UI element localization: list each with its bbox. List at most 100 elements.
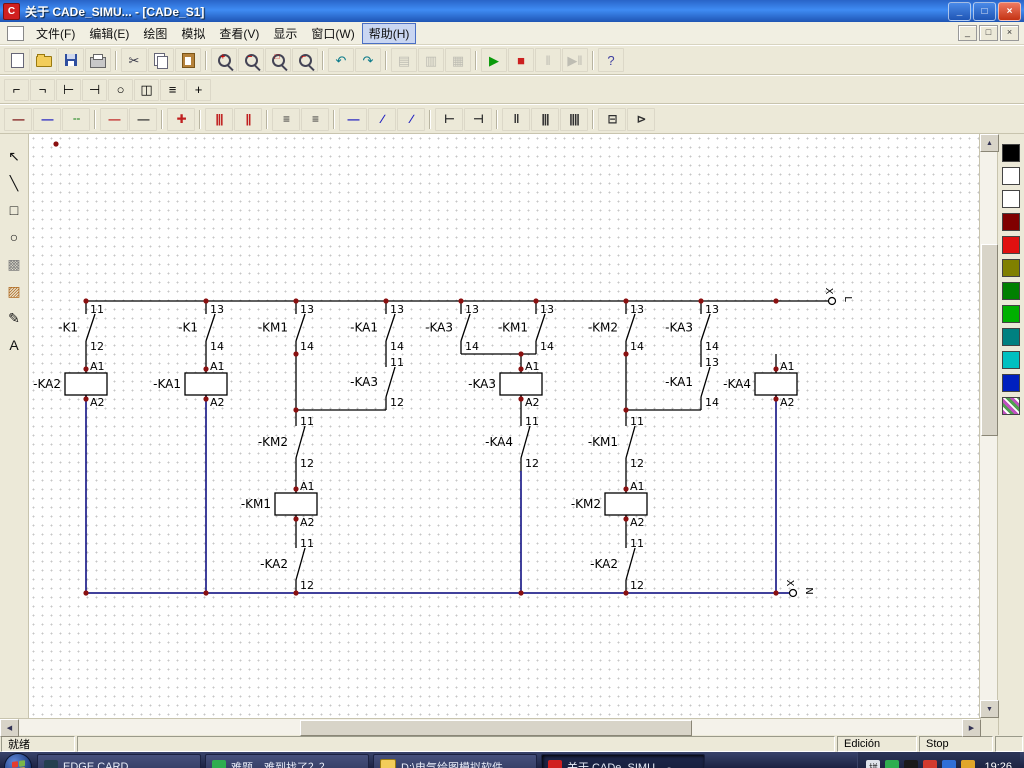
contact-ka3[interactable]: 1112-KA3 xyxy=(350,354,404,410)
taskbar-task-3[interactable]: D:\电气绘图模拟软件 xyxy=(373,754,537,768)
help-button[interactable]: ? xyxy=(598,48,624,72)
color-white-2[interactable] xyxy=(1002,190,1020,208)
coil-symbol-button[interactable]: ⊟ xyxy=(598,108,626,131)
terminal-n[interactable]: XN xyxy=(784,580,814,597)
contact-ka3[interactable]: 1314-KA3 xyxy=(425,301,479,354)
contact-km1[interactable]: 1112-KM1 xyxy=(588,413,644,471)
coil-km2[interactable]: A1A2-KM2 xyxy=(571,480,647,529)
save-file-button[interactable] xyxy=(58,48,84,72)
mdi-restore-button[interactable]: □ xyxy=(979,25,998,41)
arrow-symbol-button[interactable]: ⊳ xyxy=(627,108,655,131)
cut-button[interactable]: ✂ xyxy=(121,48,147,72)
bus-two-phase-button[interactable]: || xyxy=(234,108,262,131)
poles-two-button[interactable]: ‖ xyxy=(502,108,530,131)
taskbar-task-4[interactable]: 关于 CADe_SIMU... - ... xyxy=(541,754,705,768)
coil-ka2[interactable]: A1A2-KA2 xyxy=(33,360,107,409)
contact-k1[interactable]: 1314-K1 xyxy=(178,301,224,354)
color-blue[interactable] xyxy=(1002,374,1020,392)
vertical-scroll-thumb[interactable] xyxy=(981,244,998,436)
color-cyan[interactable] xyxy=(1002,351,1020,369)
contact-nc-button[interactable]: ⊣ xyxy=(464,108,492,131)
report-button[interactable]: ▦ xyxy=(445,48,471,72)
poles-four-button[interactable]: |||| xyxy=(560,108,588,131)
library-wiring-button[interactable]: + xyxy=(186,79,211,101)
text-tool[interactable]: A xyxy=(3,335,25,355)
taskbar-clock[interactable]: 19:26 xyxy=(980,761,1012,768)
color-white[interactable] xyxy=(1002,167,1020,185)
redo-button[interactable]: ↷ xyxy=(355,48,381,72)
color-hatch[interactable] xyxy=(1002,397,1020,415)
restore-button[interactable]: □ xyxy=(973,2,996,21)
minimize-button[interactable]: _ xyxy=(948,2,971,21)
print-button[interactable] xyxy=(85,48,111,72)
contact-km1[interactable]: 1314-KM1 xyxy=(258,301,314,354)
ellipse-tool[interactable]: ○ xyxy=(3,227,25,247)
node-cross-button[interactable]: ✚ xyxy=(167,108,195,131)
coil-ka4[interactable]: A1A2-KA4 xyxy=(723,360,797,409)
menu-item-2[interactable]: 编辑(E) xyxy=(82,23,136,44)
rectangle-tool[interactable]: □ xyxy=(3,200,25,220)
rail-bottom-button[interactable]: ≡ xyxy=(301,108,329,131)
simulate-play-button[interactable]: ▶ xyxy=(481,48,507,72)
menu-item-5[interactable]: 查看(V) xyxy=(212,23,266,44)
menu-item-7[interactable]: 窗口(W) xyxy=(304,23,361,44)
zoom-out-button[interactable]: − xyxy=(238,48,264,72)
wire-red-button[interactable]: — xyxy=(100,108,128,131)
contact-ka2[interactable]: 1112-KA2 xyxy=(590,535,644,593)
library-power-button[interactable]: ⌐ xyxy=(4,79,29,101)
cable-slant-dot-button[interactable]: ∕ xyxy=(397,108,425,131)
color-red[interactable] xyxy=(1002,236,1020,254)
scroll-left-button[interactable]: ◀ xyxy=(0,719,19,737)
zoom-area-button[interactable]: ⌐ xyxy=(292,48,318,72)
taskbar-task-1[interactable]: EDGE CARD xyxy=(37,754,201,768)
contact-ka1[interactable]: 1314-KA1 xyxy=(665,354,719,410)
mdi-minimize-button[interactable]: _ xyxy=(958,25,977,41)
color-olive[interactable] xyxy=(1002,259,1020,277)
mdi-child-icon[interactable] xyxy=(7,26,24,41)
ime-indicator[interactable]: 拼 xyxy=(866,760,880,768)
paste-button[interactable] xyxy=(175,48,201,72)
color-green-dark[interactable] xyxy=(1002,282,1020,300)
open-file-button[interactable] xyxy=(31,48,57,72)
start-button[interactable] xyxy=(4,753,32,768)
pen-tool[interactable]: ✎ xyxy=(3,308,25,328)
tray-icon-penguin[interactable] xyxy=(904,760,918,768)
undo-button[interactable]: ↶ xyxy=(328,48,354,72)
hatch-tool[interactable]: ▨ xyxy=(3,281,25,301)
io-list-button[interactable]: ▤ xyxy=(391,48,417,72)
mdi-close-button[interactable]: × xyxy=(1000,25,1019,41)
color-green[interactable] xyxy=(1002,305,1020,323)
menu-item-4[interactable]: 模拟 xyxy=(174,23,212,44)
menu-item-1[interactable]: 文件(F) xyxy=(29,23,82,44)
library-motors-button[interactable]: ○ xyxy=(108,79,133,101)
zoom-in-button[interactable]: + xyxy=(211,48,237,72)
coil-ka3[interactable]: A1A2-KA3 xyxy=(468,360,542,409)
tray-icon-red[interactable] xyxy=(923,760,937,768)
simulate-step-button[interactable]: ▶‖ xyxy=(562,48,588,72)
tray-icon-green[interactable] xyxy=(885,760,899,768)
simulate-pause-button[interactable]: ‖ xyxy=(535,48,561,72)
contact-ka3[interactable]: 1314-KA3 xyxy=(665,301,719,354)
wire-black-button[interactable]: — xyxy=(129,108,157,131)
coil-km1[interactable]: A1A2-KM1 xyxy=(241,480,317,529)
scroll-down-button[interactable]: ▼ xyxy=(980,700,999,718)
scroll-right-button[interactable]: ▶ xyxy=(962,719,981,737)
select-tool[interactable]: ↖ xyxy=(3,146,25,166)
menu-item-3[interactable]: 绘图 xyxy=(136,23,174,44)
tray-icon-gold[interactable] xyxy=(961,760,975,768)
filled-rect-tool[interactable]: ▩ xyxy=(3,254,25,274)
cable-slant-button[interactable]: ∕ xyxy=(368,108,396,131)
tray-icon-blue[interactable] xyxy=(942,760,956,768)
library-contactors-button[interactable]: ⊢ xyxy=(56,79,81,101)
contact-km2[interactable]: 1314-KM2 xyxy=(588,301,644,354)
library-contacts-button[interactable]: ⊣ xyxy=(82,79,107,101)
library-protection-button[interactable]: ¬ xyxy=(30,79,55,101)
menu-item-8[interactable]: 帮助(H) xyxy=(362,23,417,44)
simulate-stop-button[interactable]: ■ xyxy=(508,48,534,72)
color-teal[interactable] xyxy=(1002,328,1020,346)
scroll-up-button[interactable]: ▲ xyxy=(980,134,999,152)
contact-km1[interactable]: 1314-KM1 xyxy=(498,301,554,354)
library-pilot-button[interactable]: ◫ xyxy=(134,79,159,101)
contact-k1[interactable]: 1112-K1 xyxy=(58,301,104,354)
contact-ka1[interactable]: 1314-KA1 xyxy=(350,301,404,354)
